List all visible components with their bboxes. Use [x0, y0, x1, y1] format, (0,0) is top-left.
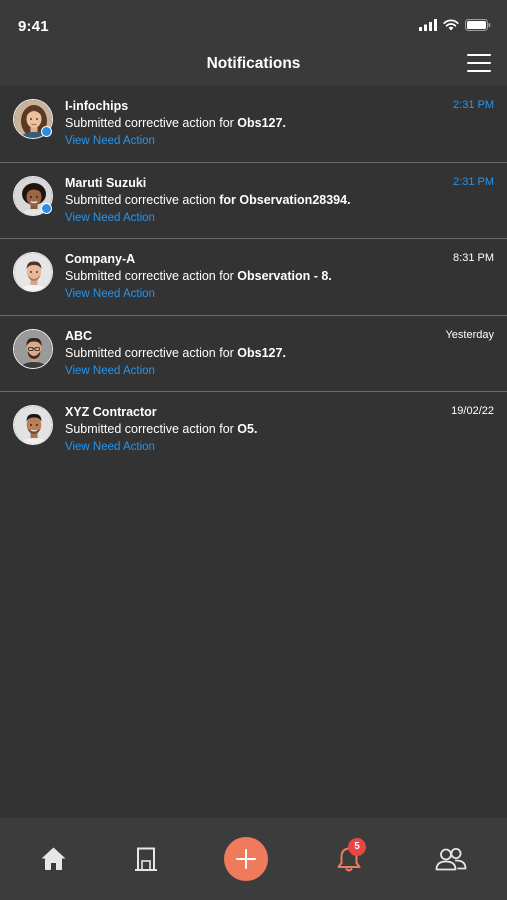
avatar: [13, 405, 53, 445]
header: Notifications: [0, 44, 507, 86]
notification-item[interactable]: ABC Submitted corrective action for Obs1…: [0, 316, 507, 392]
tab-bar: [0, 818, 507, 900]
view-need-action-link[interactable]: View Need Action: [65, 288, 155, 300]
notification-time: 8:31 PM: [453, 252, 494, 264]
notification-sender: Maruti Suzuki: [65, 175, 147, 190]
tab-home[interactable]: [40, 846, 67, 876]
notification-sender: I-infochips: [65, 99, 129, 113]
status-time: 9:41: [18, 18, 49, 35]
notification-sender: ABC: [65, 328, 93, 343]
notification-sender: XYZ Contractor: [65, 405, 157, 419]
notification-time: Yesterday: [445, 328, 494, 341]
notification-message: Submitted corrective action for Obs127.: [65, 345, 286, 360]
notification-message: Submitted corrective action for Observat…: [65, 269, 332, 283]
menu-icon: [467, 54, 491, 56]
view-need-action-link[interactable]: View Need Action: [65, 441, 155, 453]
notification-item[interactable]: I-infochips Submitted corrective action …: [0, 86, 507, 163]
home-icon: [41, 847, 66, 870]
notification-time: 2:31 PM: [453, 175, 494, 188]
notification-item[interactable]: Company-A Submitted corrective action fo…: [0, 239, 507, 316]
avatar: [13, 252, 53, 292]
view-need-action-link[interactable]: View Need Action: [65, 135, 155, 147]
status-bar: 9:41: [0, 0, 507, 44]
notification-list: I-infochips Submitted corrective action …: [0, 86, 507, 469]
notification-message: Submitted corrective action for O5.: [65, 422, 258, 436]
view-need-action-link[interactable]: View Need Action: [65, 365, 155, 377]
notification-message: Submitted corrective action for Obs127.: [65, 116, 286, 130]
signal-icon: [419, 19, 437, 31]
building-icon: [135, 847, 157, 871]
notification-sender: Company-A: [65, 252, 136, 266]
notification-time: 19/02/22: [451, 405, 494, 417]
tab-site[interactable]: [134, 846, 158, 877]
avatar: [13, 328, 53, 369]
unread-indicator: [41, 126, 52, 137]
add-button[interactable]: [224, 837, 268, 881]
wifi-icon: [443, 19, 459, 31]
notification-message: Submitted corrective action for Observat…: [65, 192, 351, 207]
page-title: Notifications: [206, 55, 301, 72]
unread-indicator: [41, 202, 52, 214]
menu-button[interactable]: [467, 54, 491, 76]
users-icon: [435, 848, 467, 871]
view-need-action-link[interactable]: View Need Action: [65, 212, 155, 224]
tab-users[interactable]: [435, 847, 467, 876]
status-icons: [419, 19, 491, 31]
notification-count-badge: 5: [348, 838, 366, 856]
battery-icon: [465, 19, 491, 31]
notification-item[interactable]: XYZ Contractor Submitted corrective acti…: [0, 392, 507, 469]
notification-time: 2:31 PM: [453, 99, 494, 111]
notification-item[interactable]: Maruti Suzuki Submitted corrective actio…: [0, 163, 507, 239]
